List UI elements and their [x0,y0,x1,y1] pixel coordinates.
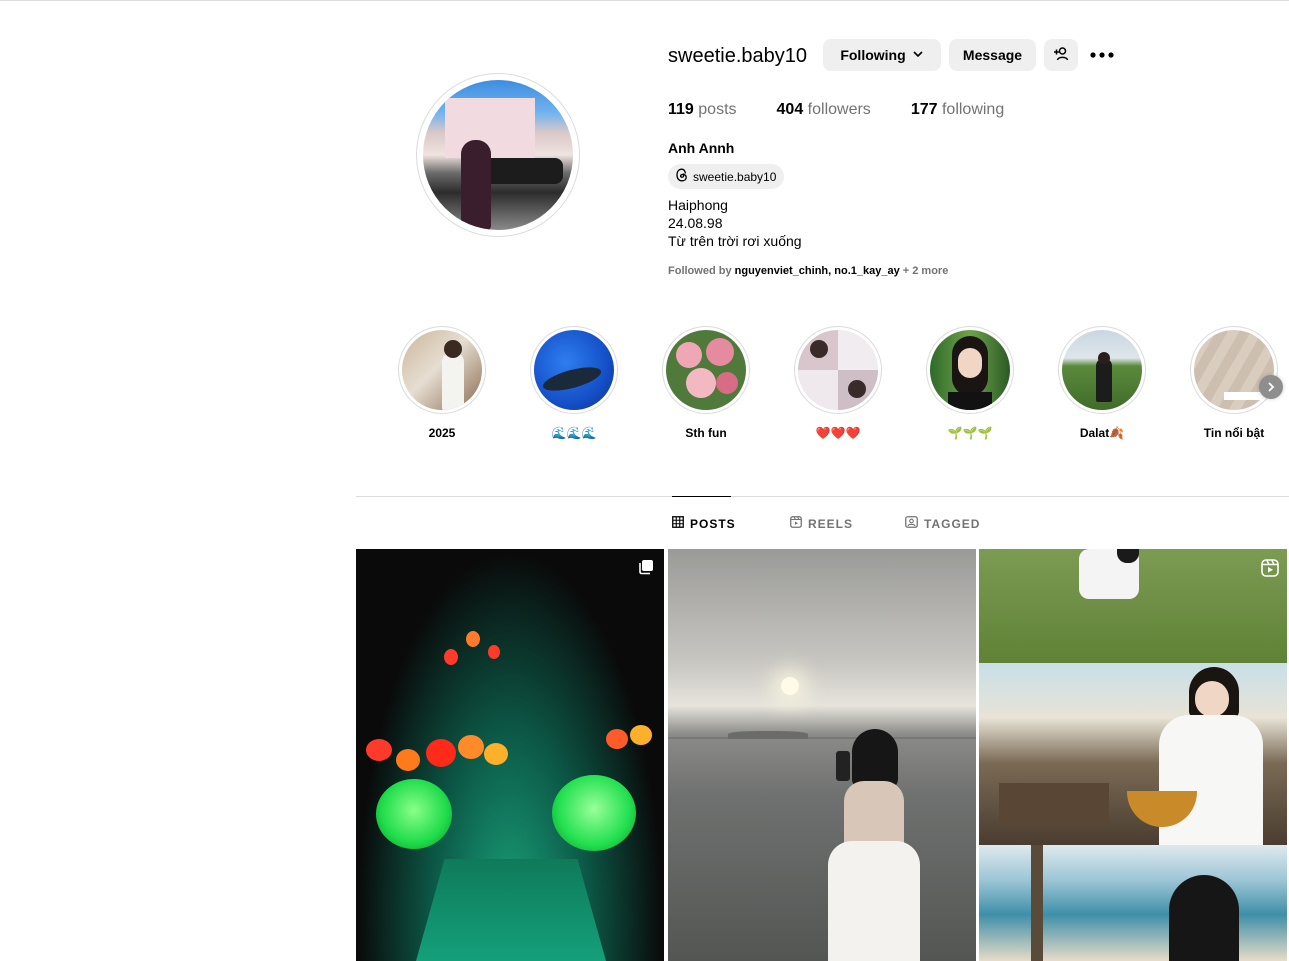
tab-posts-label: POSTS [690,516,736,531]
profile-avatar[interactable] [423,80,573,230]
tabs-divider [356,496,1289,497]
followed-by[interactable]: Followed by nguyenviet_chinh, no.1_kay_a… [668,265,948,277]
post-thumbnail[interactable] [356,549,664,961]
tagged-icon [905,516,918,531]
followers-label: followers [807,101,871,118]
highlight-cover [666,330,746,410]
followed-by-separator: , [828,265,832,277]
highlight-item[interactable]: ❤️❤️❤️ [794,326,882,440]
highlight-cover-ring[interactable] [926,326,1014,414]
highlight-label: Dalat🍂 [1079,426,1125,440]
chevron-down-icon [912,47,924,63]
highlight-cover [1062,330,1142,410]
highlight-label: ❤️❤️❤️ [815,426,861,440]
highlight-item[interactable]: Dalat🍂 [1058,326,1146,440]
highlight-label: 2025 [428,426,456,440]
highlight-cover [1194,330,1274,410]
tab-posts[interactable]: POSTS [672,516,736,531]
highlight-label: Sth fun [685,426,727,440]
message-button[interactable]: Message [949,39,1036,71]
highlight-cover-ring[interactable] [794,326,882,414]
more-options-icon[interactable] [1090,44,1114,66]
followers-count: 404 [776,101,804,118]
threads-icon [675,168,689,185]
highlight-cover-ring[interactable] [1190,326,1278,414]
grid-icon [672,516,684,531]
profile-full-name: Anh Annh [668,140,735,156]
highlight-cover [930,330,1010,410]
post-thumbnail[interactable] [979,549,1287,961]
profile-stats: 119 posts 404 followers 177 following [668,101,1044,119]
posts-count: 119 [668,101,694,118]
highlight-item[interactable]: 2025 [398,326,486,440]
following-label: following [941,101,1005,118]
following-button-label: Following [840,47,906,63]
bio-line-birthday: 24.08.98 [668,215,723,231]
tab-tagged-label: TAGGED [924,516,981,531]
highlight-label: 🌱🌱🌱 [947,426,993,440]
profile-avatar-ring[interactable] [416,73,580,237]
followed-by-user[interactable]: no.1_kay_ay [834,265,899,277]
bio-line-tagline: Từ trên trời rơi xuống [668,233,802,249]
highlight-item[interactable]: 🌱🌱🌱 [926,326,1014,440]
followers-stat[interactable]: 404 followers [777,101,871,119]
highlight-cover [402,330,482,410]
threads-badge[interactable]: sweetie.baby10 [668,164,785,189]
highlights-next-button[interactable] [1259,375,1283,399]
posts-stat: 119 posts [668,101,737,119]
message-button-label: Message [962,47,1023,63]
tab-tagged[interactable]: TAGGED [905,516,980,531]
profile-bio: Haiphong 24.08.98 Từ trên trời rơi xuống [668,196,802,250]
highlight-label: Tin nổi bật [1203,426,1265,440]
suggested-users-button[interactable] [1044,39,1078,71]
threads-handle: sweetie.baby10 [693,169,777,184]
followed-by-more[interactable]: + 2 more [903,265,949,277]
tab-reels-label: REELS [808,516,854,531]
highlight-cover-ring[interactable] [662,326,750,414]
highlight-cover [798,330,878,410]
highlight-item[interactable]: Sth fun [662,326,750,440]
top-divider [0,0,1289,1]
carousel-icon [638,559,654,575]
chevron-right-icon [1266,379,1276,395]
tab-reels[interactable]: REELS [790,516,853,531]
posts-label: posts [698,101,737,118]
following-stat[interactable]: 177 following [911,101,1004,119]
post-thumbnail[interactable] [668,549,976,961]
highlight-cover-ring[interactable] [398,326,486,414]
reels-icon [790,516,802,531]
highlight-cover-ring[interactable] [530,326,618,414]
reels-icon [1261,559,1279,577]
followed-by-prefix: Followed by [668,265,732,277]
following-button[interactable]: Following [823,39,941,71]
highlight-cover-ring[interactable] [1058,326,1146,414]
highlight-cover [534,330,614,410]
bio-line-location: Haiphong [668,197,728,213]
profile-username: sweetie.baby10 [668,45,807,67]
highlight-item[interactable]: 🌊🌊🌊 [530,326,618,440]
followed-by-user[interactable]: nguyenviet_chinh [735,265,829,277]
highlight-label: 🌊🌊🌊 [551,426,597,440]
following-count: 177 [910,101,938,118]
add-user-icon [1053,46,1069,65]
active-tab-indicator [672,496,731,497]
